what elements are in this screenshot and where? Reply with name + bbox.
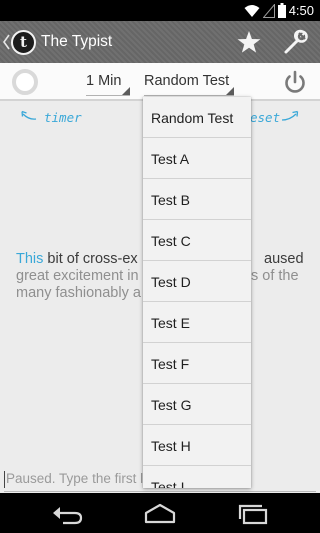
dropdown-item-label: Test B [151,192,190,208]
dropdown-item-label: Test G [151,397,192,413]
dropdown-item-test-d[interactable]: Test D [143,262,251,302]
back-icon[interactable] [47,501,87,525]
navigation-bar [0,493,320,533]
current-text: bit of cross-ex [43,251,138,267]
home-icon[interactable] [140,501,180,525]
dropdown-item-label: Test F [151,356,190,372]
reset-hint-label: eset [250,110,281,125]
star-icon[interactable] [236,29,262,55]
dropdown-item-label: Test I [151,479,185,488]
timer-hint-label: timer [44,110,82,125]
dropdown-item-label: Test C [151,233,191,249]
up-caret-icon[interactable] [3,34,10,50]
dropdown-item-test-b[interactable]: Test B [143,180,251,220]
power-icon[interactable] [281,69,309,97]
action-bar: t The Typist [0,21,320,63]
toolbar: 1 Min Random Test [0,63,320,101]
status-clock: 4:50 [288,3,314,18]
dropdown-item-test-c[interactable]: Test C [143,221,251,261]
app-logo-letter: t [20,33,27,51]
recents-icon[interactable] [233,501,273,525]
app-logo[interactable]: t [11,30,36,55]
dropdown-item-test-i[interactable]: Test I [143,467,251,488]
dropdown-item-label: Test A [151,151,190,167]
wrench-icon[interactable] [283,29,309,55]
current-text-tail: aused [264,251,304,267]
test-value: Random Test [144,73,230,89]
dropdown-item-label: Test D [151,274,191,290]
battery-icon [278,3,286,18]
signal-icon [263,4,275,18]
test-dropdown-arrow-icon [226,87,234,95]
app-title: The Typist [41,33,113,50]
status-bar: 4:50 [0,0,320,21]
dropdown-item-label: Random Test [151,110,234,126]
dropdown-item-test-f[interactable]: Test F [143,344,251,384]
text-caret [4,471,5,488]
dropdown-item-label: Test E [151,315,190,331]
dropdown-item-test-g[interactable]: Test G [143,385,251,425]
dropdown-item-label: Test H [151,438,191,454]
hint-arrow-icon [21,110,37,120]
dropdown-item-test-e[interactable]: Test E [143,303,251,343]
test-spinner[interactable]: Random Test [144,72,234,96]
duration-value: 1 Min [86,73,122,89]
dropdown-item-test-h[interactable]: Test H [143,426,251,466]
typed-text: This [16,251,44,267]
timer-ring[interactable] [12,69,38,95]
remaining-text-tail: s of the [251,268,299,284]
typing-input-placeholder: Paused. Type the first le [6,471,151,486]
duration-spinner[interactable]: 1 Min [86,72,130,96]
hint-arrow-icon [281,110,299,121]
test-dropdown-menu: Random Test Test A Test B Test C Test D … [143,97,251,488]
remaining-text: many fashionably a [16,285,141,301]
dropdown-item-random-test[interactable]: Random Test [143,98,251,138]
duration-dropdown-arrow-icon [122,87,130,95]
dropdown-item-test-a[interactable]: Test A [143,139,251,179]
remaining-text: great excitement in [16,268,139,284]
wifi-icon [244,5,260,17]
status-icons [244,3,286,18]
